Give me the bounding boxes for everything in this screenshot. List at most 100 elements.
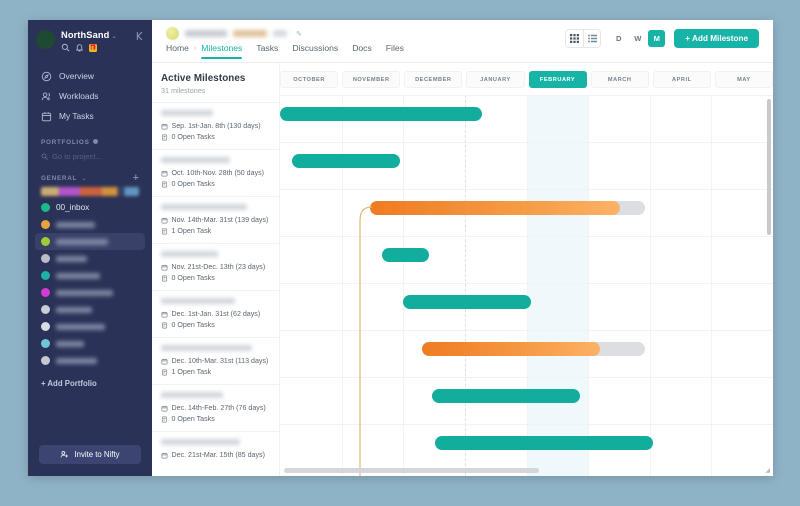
resize-grip-icon[interactable]: ◢ (765, 467, 770, 474)
month-cell-october[interactable]: OCTOBER (280, 71, 339, 88)
sidebar-item-label: Workloads (59, 91, 99, 101)
row-divider (280, 377, 773, 378)
tab-docs[interactable]: Docs (352, 43, 372, 59)
milestone-title-redacted (161, 392, 223, 398)
milestone-dates-row: Dec. 14th-Feb. 27th (76 days) (161, 404, 270, 412)
row-divider (280, 236, 773, 237)
collapse-sidebar-button[interactable] (135, 29, 144, 43)
vertical-scrollbar[interactable] (767, 99, 771, 235)
milestone-list-item[interactable]: Dec. 21st-Mar. 15th (85 days) (152, 431, 279, 476)
month-cell-november[interactable]: NOVEMBER (342, 71, 401, 88)
task-icon (161, 275, 168, 281)
project-search[interactable]: Go to project... (41, 152, 139, 161)
milestone-title-redacted (161, 157, 230, 163)
project-logo (166, 27, 179, 40)
project-name-redacted (56, 323, 105, 330)
sidebar-item-overview[interactable]: Overview (36, 66, 144, 86)
month-cell-december[interactable]: DECEMBER (404, 71, 463, 88)
zoom-week-button[interactable]: W (629, 30, 646, 47)
sidebar-project-item[interactable]: 00_inbox (35, 199, 145, 216)
milestone-list-item[interactable]: Sep. 1st-Jan. 8th (130 days) 0 Open Tasks (152, 102, 279, 149)
sidebar-project-item[interactable] (35, 267, 145, 284)
sidebar-project-item[interactable] (35, 352, 145, 369)
sidebar-project-item[interactable] (35, 335, 145, 352)
gantt-bar-progress-fill (422, 342, 601, 356)
sidebar-project-item[interactable] (35, 233, 145, 250)
gantt-bar[interactable] (292, 154, 400, 168)
row-divider (280, 330, 773, 331)
gantt-bar[interactable] (382, 248, 429, 262)
workspace-avatar (36, 30, 55, 49)
info-icon[interactable] (92, 139, 98, 144)
horizontal-scrollbar[interactable] (284, 468, 539, 473)
milestone-list-item[interactable]: Oct. 10th-Nov. 28th (50 days) 0 Open Task… (152, 149, 279, 196)
milestone-list-item[interactable]: Dec. 1st-Jan. 31st (62 days) 0 Open Tasks (152, 290, 279, 337)
search-icon[interactable] (61, 43, 70, 52)
list-view-button[interactable] (583, 30, 601, 47)
milestone-dates-row: Dec. 1st-Jan. 31st (62 days) (161, 310, 270, 318)
tab-tasks[interactable]: Tasks (256, 43, 278, 59)
milestone-list-item[interactable]: Nov. 14th-Mar. 31st (139 days) 1 Open Tas… (152, 196, 279, 243)
row-divider (280, 283, 773, 284)
month-cell-may[interactable]: MAY (714, 71, 773, 88)
invite-to-nifty-button[interactable]: Invite to Nifty (39, 445, 141, 464)
project-extra-redacted (273, 30, 287, 37)
month-cell-march[interactable]: MARCH (590, 71, 649, 88)
gantt-bar[interactable] (435, 436, 653, 450)
breadcrumb-item-home[interactable]: Home (166, 43, 189, 59)
grid-view-button[interactable] (566, 30, 584, 47)
workspace-name[interactable]: NorthSand ⌄ (61, 30, 129, 40)
milestone-dates: Sep. 1st-Jan. 8th (130 days) (171, 122, 261, 130)
milestone-dates: Dec. 1st-Jan. 31st (62 days) (171, 310, 261, 318)
row-divider (280, 142, 773, 143)
sidebar-project-item[interactable] (35, 318, 145, 335)
tab-files[interactable]: Files (386, 43, 404, 59)
sidebar-project-item[interactable] (35, 284, 145, 301)
gantt-bar[interactable] (403, 295, 531, 309)
row-divider (280, 189, 773, 190)
add-project-button[interactable]: + (133, 173, 139, 184)
milestone-tasks-row: 0 Open Tasks (161, 133, 270, 141)
project-color-strip (41, 187, 139, 196)
topbar: ✎ Home › Milestones Tasks Discussions Do… (152, 20, 773, 63)
gantt-bar[interactable] (422, 342, 645, 356)
milestone-list-item[interactable]: Dec. 10th-Mar. 31st (113 days) 1 Open Tas… (152, 337, 279, 384)
milestone-dates-row: Nov. 21st-Dec. 13th (23 days) (161, 263, 270, 271)
zoom-month-button[interactable]: M (648, 30, 666, 47)
invite-label: Invite to Nifty (74, 450, 120, 459)
view-toggle-group (565, 29, 602, 48)
workspace-header[interactable]: NorthSand ⌄ 🎁 (28, 20, 152, 56)
sidebar-project-item[interactable] (35, 216, 145, 233)
dependency-connector (359, 206, 373, 476)
zoom-day-button[interactable]: D (610, 30, 627, 47)
general-label: GENERAL ⌄ (41, 174, 88, 182)
project-color-dot (41, 254, 50, 263)
milestone-title-redacted (161, 110, 213, 116)
sidebar-project-item[interactable] (35, 301, 145, 318)
month-cell-january[interactable]: JANUARY (466, 71, 525, 88)
month-cell-april[interactable]: APRIL (652, 71, 711, 88)
sidebar-item-my-tasks[interactable]: My Tasks (36, 106, 144, 126)
milestone-title-redacted (161, 298, 235, 304)
add-milestone-button[interactable]: + Add Milestone (674, 29, 759, 48)
project-name: 00_inbox (56, 203, 90, 212)
gift-icon[interactable]: 🎁 (89, 43, 97, 52)
bell-icon[interactable] (75, 43, 84, 52)
tab-discussions[interactable]: Discussions (292, 43, 338, 59)
milestone-list-item[interactable]: Nov. 21st-Dec. 13th (23 days) 0 Open Task… (152, 243, 279, 290)
portfolios-section-header: PORTFOLIOS (28, 139, 152, 146)
gantt-bar[interactable] (370, 201, 645, 215)
calendar-icon (161, 217, 168, 223)
edit-pencil-icon[interactable]: ✎ (296, 30, 302, 38)
sidebar-project-item[interactable] (35, 250, 145, 267)
people-icon (41, 91, 51, 100)
project-color-dot (41, 288, 50, 297)
add-portfolio-button[interactable]: + Add Portfolio (41, 379, 139, 388)
calendar-icon (161, 452, 168, 458)
gantt-bar[interactable] (432, 389, 580, 403)
gantt-bar[interactable] (280, 107, 482, 121)
month-cell-february[interactable]: FEBRUARY (528, 71, 587, 88)
milestone-list-item[interactable]: Dec. 14th-Feb. 27th (76 days) 0 Open Task… (152, 384, 279, 431)
sidebar-item-workloads[interactable]: Workloads (36, 86, 144, 106)
breadcrumb-item-milestones[interactable]: Milestones (201, 43, 243, 59)
